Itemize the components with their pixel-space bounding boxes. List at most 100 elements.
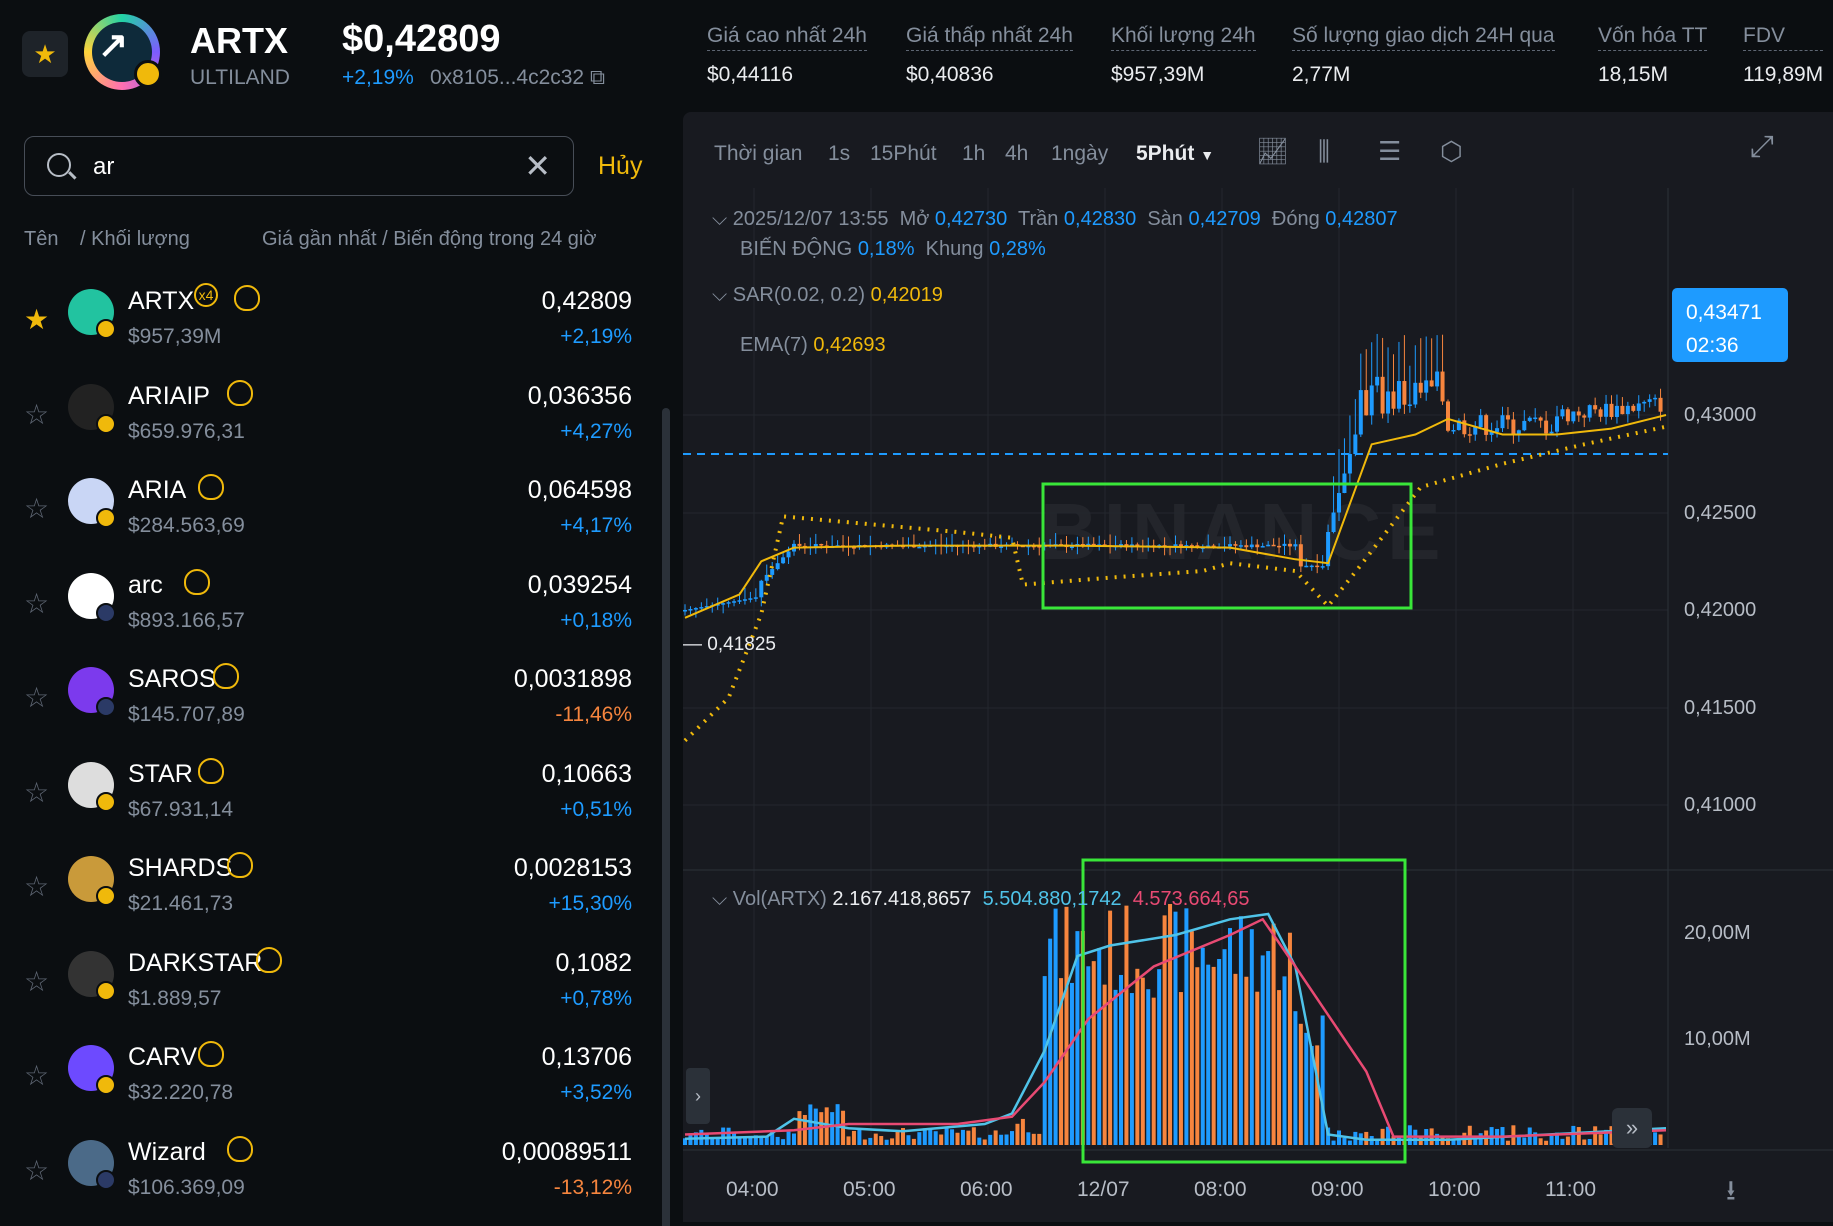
ema-value: 0,42693	[813, 334, 886, 356]
volume-bar	[1538, 1138, 1543, 1145]
volume-bar	[781, 1139, 786, 1145]
candle-body	[1582, 415, 1587, 418]
candle-body	[1298, 544, 1303, 567]
volume-bar	[906, 1135, 911, 1145]
volume-bar	[1211, 966, 1216, 1145]
volume-bar	[1151, 997, 1156, 1145]
sar-info-line: ⌵ SAR(0.02, 0.2) 0,42019	[712, 284, 943, 307]
y-tick: 0,42000	[1684, 599, 1757, 621]
volume-bar	[1337, 1130, 1341, 1145]
low-value: 0,42709	[1188, 208, 1261, 230]
volume-bar	[1549, 1135, 1554, 1145]
change-label: BIẾN ĐỘNG	[740, 238, 853, 260]
volume-bar	[1233, 973, 1238, 1145]
scroll-left-button[interactable]: ›	[686, 1068, 710, 1124]
candle-body	[1451, 430, 1456, 432]
volume-bar	[1576, 1127, 1581, 1145]
candle-body	[1429, 380, 1434, 387]
collapse-chevron-icon[interactable]: ⌵	[712, 888, 727, 910]
candle-body	[1369, 385, 1374, 416]
candle-body	[1631, 405, 1636, 411]
sar-value: 0,42019	[870, 284, 943, 306]
volume-bar	[1004, 1134, 1009, 1145]
volume-bar	[890, 1138, 895, 1145]
volume-bar	[1026, 1132, 1031, 1145]
collapse-chevron-icon[interactable]: ⌵	[712, 284, 727, 306]
candle-body	[1320, 566, 1325, 568]
volume-bar	[1516, 1136, 1521, 1145]
volume-info-line: ⌵ Vol(ARTX) 2.167.418,8657 5.504.880,174…	[712, 888, 1250, 911]
fit-axis-icon[interactable]: ⭳	[1726, 1170, 1736, 1218]
y-tick: 0,42500	[1684, 502, 1757, 524]
candle-body	[748, 598, 753, 600]
candle-body	[813, 543, 818, 547]
candle-body	[1315, 565, 1320, 568]
volume-bar	[808, 1104, 813, 1145]
low-marker: — 0,41825	[683, 634, 776, 655]
volume-bar	[1658, 1134, 1663, 1145]
app-root: { "header": { "symbol": "ARTX", "project…	[0, 0, 1833, 1226]
candlestick-chart[interactable]	[0, 0, 1833, 1226]
x-tick: 11:00	[1545, 1178, 1596, 1201]
x-tick: 05:00	[843, 1178, 896, 1201]
scroll-to-latest-button[interactable]: »	[1612, 1108, 1652, 1148]
volume-bar	[1347, 1140, 1352, 1145]
candle-body	[1538, 417, 1543, 421]
volume-bar	[1189, 931, 1194, 1145]
candle-body	[819, 543, 824, 546]
volume-bar	[993, 1130, 998, 1145]
vol-value: 2.167.418,8657	[832, 888, 972, 910]
candle-body	[1435, 371, 1440, 387]
open-label: Mở	[899, 208, 930, 230]
volume-bar	[1342, 1137, 1347, 1145]
candle-body	[797, 543, 802, 546]
change-value: 0,18%	[857, 238, 915, 260]
volume-bar	[846, 1136, 851, 1145]
collapse-chevron-icon[interactable]: ⌵	[712, 208, 727, 230]
volume-bar	[1255, 991, 1260, 1145]
low-label: Sàn	[1147, 208, 1183, 230]
candle-body	[1287, 543, 1292, 547]
candle-body	[1625, 405, 1630, 415]
volume-bar	[857, 1129, 862, 1145]
candle-body	[1228, 544, 1232, 547]
candle-body	[786, 551, 791, 558]
volume-bar	[944, 1128, 949, 1145]
volume-bar	[1200, 947, 1205, 1145]
candle-body	[1293, 544, 1298, 547]
volume-bar	[971, 1127, 976, 1145]
candle-body	[1533, 417, 1538, 420]
volume-bar	[988, 1134, 993, 1145]
volume-bar	[917, 1132, 922, 1145]
candle-body	[1402, 381, 1407, 405]
candle-body	[1337, 493, 1341, 513]
open-value: 0,42730	[934, 208, 1008, 230]
volume-bar	[1260, 955, 1265, 1145]
volume-bar	[1380, 1128, 1385, 1145]
volume-bar	[1102, 984, 1107, 1145]
candle-body	[1413, 382, 1418, 405]
volume-bar	[895, 1130, 900, 1145]
volume-bar	[873, 1133, 878, 1145]
volume-bar	[721, 1127, 726, 1145]
candle-body	[1391, 391, 1396, 409]
candle-body	[781, 557, 786, 564]
candle-body	[1440, 371, 1445, 402]
volume-bar	[1217, 959, 1222, 1145]
candle-body	[1593, 405, 1598, 410]
candle-body	[1555, 416, 1559, 432]
volume-bar	[1238, 916, 1243, 1145]
volume-bar	[1020, 1118, 1025, 1145]
volume-bar	[955, 1132, 960, 1145]
candle-body	[1347, 454, 1352, 474]
volume-bar	[950, 1129, 955, 1145]
candle-datetime: 2025/12/07 13:55	[732, 208, 889, 230]
volume-bar	[1560, 1138, 1565, 1145]
volume-bar	[1593, 1126, 1598, 1145]
candle-body	[737, 600, 742, 602]
candle-body	[1527, 417, 1532, 421]
candle-body	[1446, 401, 1450, 431]
volume-bar	[748, 1137, 753, 1145]
vol-label: Vol(ARTX)	[732, 888, 827, 910]
volume-bar	[764, 1136, 769, 1145]
